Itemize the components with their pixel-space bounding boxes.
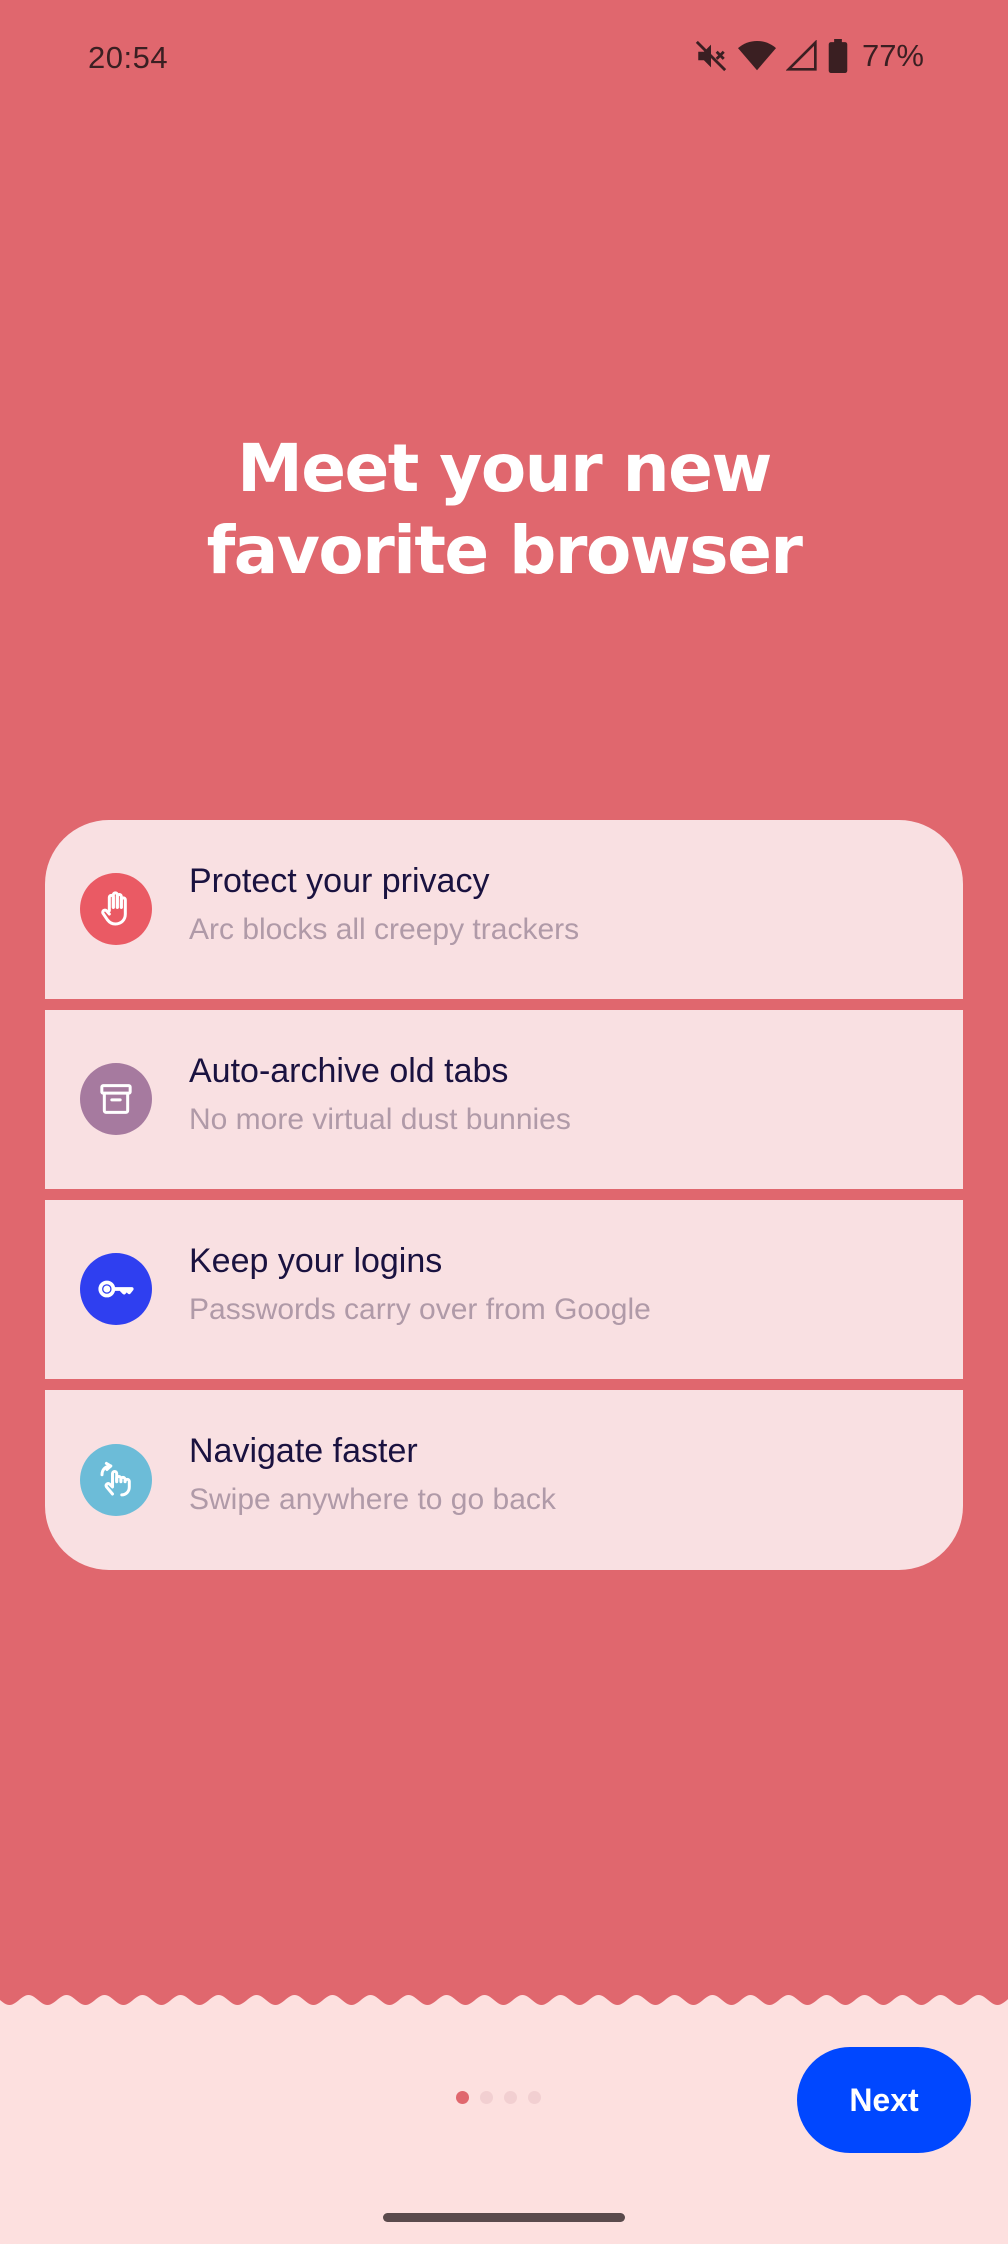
archive-box-icon (80, 1063, 152, 1135)
status-time: 20:54 (88, 40, 169, 75)
hand-stop-icon (80, 873, 152, 945)
cell-signal-icon (785, 40, 818, 72)
feature-subtitle: No more virtual dust bunnies (189, 1103, 571, 1136)
hero-title-line-1: Meet your new (237, 430, 772, 507)
swipe-hand-icon (80, 1444, 152, 1516)
feature-title: Auto-archive old tabs (189, 1052, 509, 1090)
status-bar: 20:54 77% (0, 0, 1008, 120)
feature-title: Protect your privacy (189, 862, 490, 900)
page-dot (480, 2091, 493, 2104)
feature-title: Navigate faster (189, 1432, 418, 1470)
hero-title: Meet your new favorite browser (0, 428, 1008, 592)
feature-subtitle: Arc blocks all creepy trackers (189, 913, 580, 946)
home-indicator[interactable] (383, 2213, 625, 2222)
page-dot (528, 2091, 541, 2104)
mute-icon (694, 39, 728, 73)
status-icons: 77% (694, 38, 924, 74)
wifi-icon (737, 40, 776, 72)
battery-icon (828, 39, 848, 73)
feature-subtitle: Swipe anywhere to go back (189, 1483, 556, 1516)
onboarding-screen: 20:54 77% Meet your new favorite browser… (0, 0, 1008, 2244)
feature-item-archive: Auto-archive old tabs No more virtual du… (45, 1010, 963, 1189)
feature-subtitle: Passwords carry over from Google (189, 1293, 651, 1326)
key-icon (80, 1253, 152, 1325)
next-button[interactable]: Next (797, 2047, 971, 2153)
page-dot (456, 2091, 469, 2104)
page-dot (504, 2091, 517, 2104)
battery-percent: 77% (861, 38, 924, 73)
feature-item-privacy: Protect your privacy Arc blocks all cree… (45, 820, 963, 999)
feature-list: Protect your privacy Arc blocks all cree… (45, 820, 963, 1570)
feature-item-navigate: Navigate faster Swipe anywhere to go bac… (45, 1390, 963, 1570)
hero-title-line-2: favorite browser (206, 512, 803, 589)
feature-title: Keep your logins (189, 1242, 443, 1280)
page-indicator (456, 2091, 541, 2104)
feature-item-logins: Keep your logins Passwords carry over fr… (45, 1200, 963, 1379)
